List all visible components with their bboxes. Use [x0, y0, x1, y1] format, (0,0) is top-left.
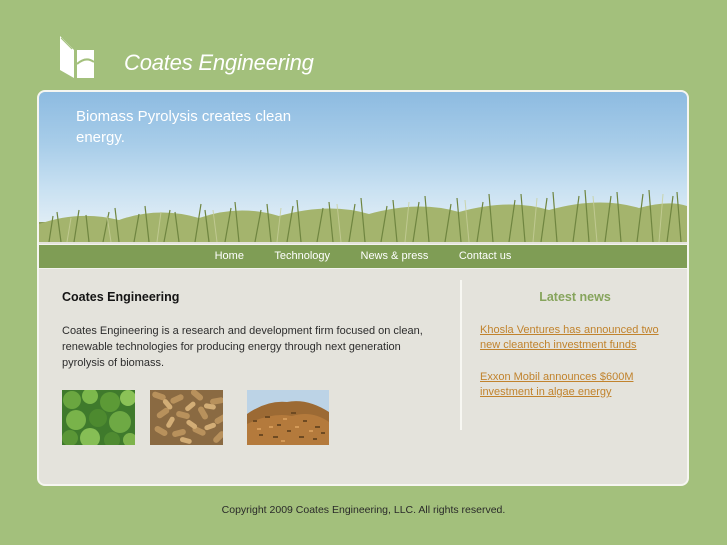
main-navigation: Home Technology News & press Contact us	[39, 244, 687, 269]
leaf-logo-icon[interactable]	[58, 32, 96, 80]
main-content: Coates Engineering Coates Engineering is…	[62, 290, 442, 371]
news-sidebar: Latest news Khosla Ventures has announce…	[480, 290, 670, 400]
news-link-khosla[interactable]: Khosla Ventures has announced two new cl…	[480, 323, 670, 353]
column-divider	[460, 280, 462, 430]
content-container: Biomass Pyrolysis creates clean energy. …	[37, 90, 689, 486]
thumbnail-gallery	[62, 390, 362, 446]
site-header: Coates Engineering	[58, 32, 458, 82]
hero-banner: Biomass Pyrolysis creates clean energy.	[39, 92, 687, 242]
news-heading: Latest news	[539, 290, 611, 304]
main-description: Coates Engineering is a research and dev…	[62, 325, 423, 369]
footer-copyright: Copyright 2009 Coates Engineering, LLC. …	[221, 504, 506, 516]
nav-contact-us[interactable]: Contact us	[459, 245, 512, 268]
site-title[interactable]: Coates Engineering	[124, 50, 314, 76]
nav-home[interactable]: Home	[215, 245, 244, 268]
hero-tagline: Biomass Pyrolysis creates clean energy.	[76, 108, 292, 146]
wood-chips-pile-photo	[247, 390, 329, 445]
wood-pellets-photo	[150, 390, 223, 445]
grass-field-image	[39, 189, 687, 242]
algae-photo	[62, 390, 135, 445]
news-link-exxon[interactable]: Exxon Mobil announces $600M investment i…	[480, 370, 670, 400]
nav-technology[interactable]: Technology	[274, 245, 330, 268]
main-heading: Coates Engineering	[62, 290, 180, 304]
nav-news-press[interactable]: News & press	[361, 245, 429, 268]
